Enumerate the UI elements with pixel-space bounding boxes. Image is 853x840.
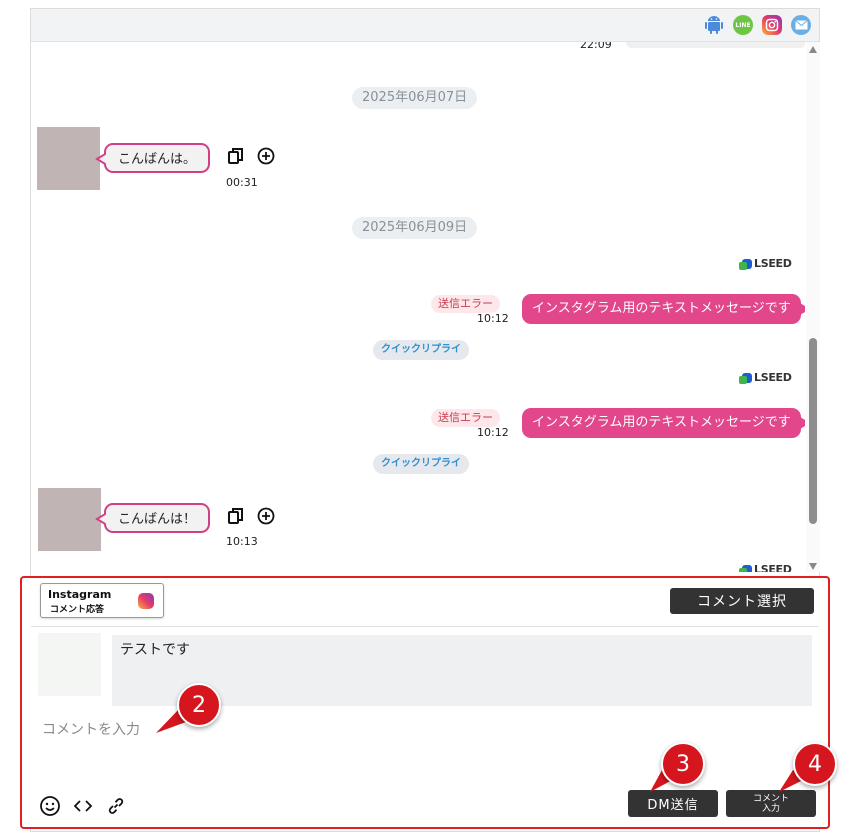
lseed-logo: LSEED — [739, 563, 792, 572]
select-comment-button[interactable]: コメント選択 — [670, 588, 814, 614]
message-time: 10:12 — [477, 312, 509, 325]
instagram-button-subtitle: コメント応答 — [50, 605, 105, 615]
callout-marker-2: 2 — [177, 683, 221, 727]
previous-message-bubble — [626, 42, 805, 48]
emoji-icon[interactable] — [39, 795, 61, 817]
android-icon[interactable] — [704, 15, 724, 35]
add-circle-icon[interactable] — [257, 507, 275, 525]
quick-reply-badge: クイックリプライ — [373, 454, 469, 474]
lseed-logo-icon — [739, 564, 752, 572]
copy-icon[interactable] — [227, 507, 245, 525]
lseed-logo-label: LSEED — [754, 563, 792, 572]
instagram-icon[interactable] — [762, 15, 782, 35]
instagram-comment-button[interactable]: Instagram コメント応答 — [40, 583, 164, 618]
copy-icon[interactable] — [227, 147, 245, 165]
panel-divider — [31, 626, 819, 627]
outgoing-message-bubble: インスタグラム用のテキストメッセージです — [522, 408, 805, 438]
channel-bar: LINE — [31, 9, 819, 42]
chat-history[interactable]: 22:09 2025年06月07日 こんばんは。 00:31 2025年06月0… — [31, 42, 805, 572]
code-icon[interactable] — [72, 795, 94, 817]
instagram-icon — [138, 593, 154, 609]
lseed-logo-icon — [739, 372, 752, 384]
message-time: 10:13 — [226, 535, 258, 548]
avatar — [37, 127, 100, 190]
line-icon-label: LINE — [735, 21, 751, 29]
scroll-up-arrow-icon[interactable] — [809, 46, 817, 53]
callout-marker-4: 4 — [793, 742, 837, 786]
send-error-badge: 送信エラー — [431, 295, 500, 313]
lseed-logo: LSEED — [739, 257, 792, 270]
comment-input[interactable] — [40, 716, 604, 744]
instagram-button-title: Instagram — [48, 588, 112, 601]
comment-input-button-line2: 入力 — [761, 803, 780, 814]
incoming-message-bubble: こんばんは。 — [94, 143, 211, 173]
previous-message-time: 22:09 — [580, 42, 612, 51]
link-icon[interactable] — [105, 795, 127, 817]
lseed-logo-icon — [739, 258, 752, 270]
lseed-logo: LSEED — [739, 371, 792, 384]
chat-scrollbar[interactable] — [806, 42, 820, 572]
date-separator: 2025年06月09日 — [352, 217, 478, 239]
message-time: 10:12 — [477, 426, 509, 439]
quick-reply-badge: クイックリプライ — [373, 340, 469, 360]
incoming-message-bubble: こんばんは！ — [94, 503, 211, 533]
scrollbar-thumb[interactable] — [809, 338, 817, 524]
date-separator: 2025年06月07日 — [352, 87, 478, 109]
scroll-down-arrow-icon[interactable] — [809, 563, 817, 570]
send-error-badge: 送信エラー — [431, 409, 500, 427]
line-icon[interactable]: LINE — [733, 15, 753, 35]
message-time: 00:31 — [226, 176, 258, 189]
lseed-logo-label: LSEED — [754, 371, 792, 384]
outgoing-message-bubble: インスタグラム用のテキストメッセージです — [522, 294, 805, 324]
mail-icon[interactable] — [791, 15, 811, 35]
callout-marker-3: 3 — [661, 742, 705, 786]
lseed-logo-label: LSEED — [754, 257, 792, 270]
commenter-avatar — [38, 633, 101, 696]
add-circle-icon[interactable] — [257, 147, 275, 165]
avatar — [38, 488, 101, 551]
